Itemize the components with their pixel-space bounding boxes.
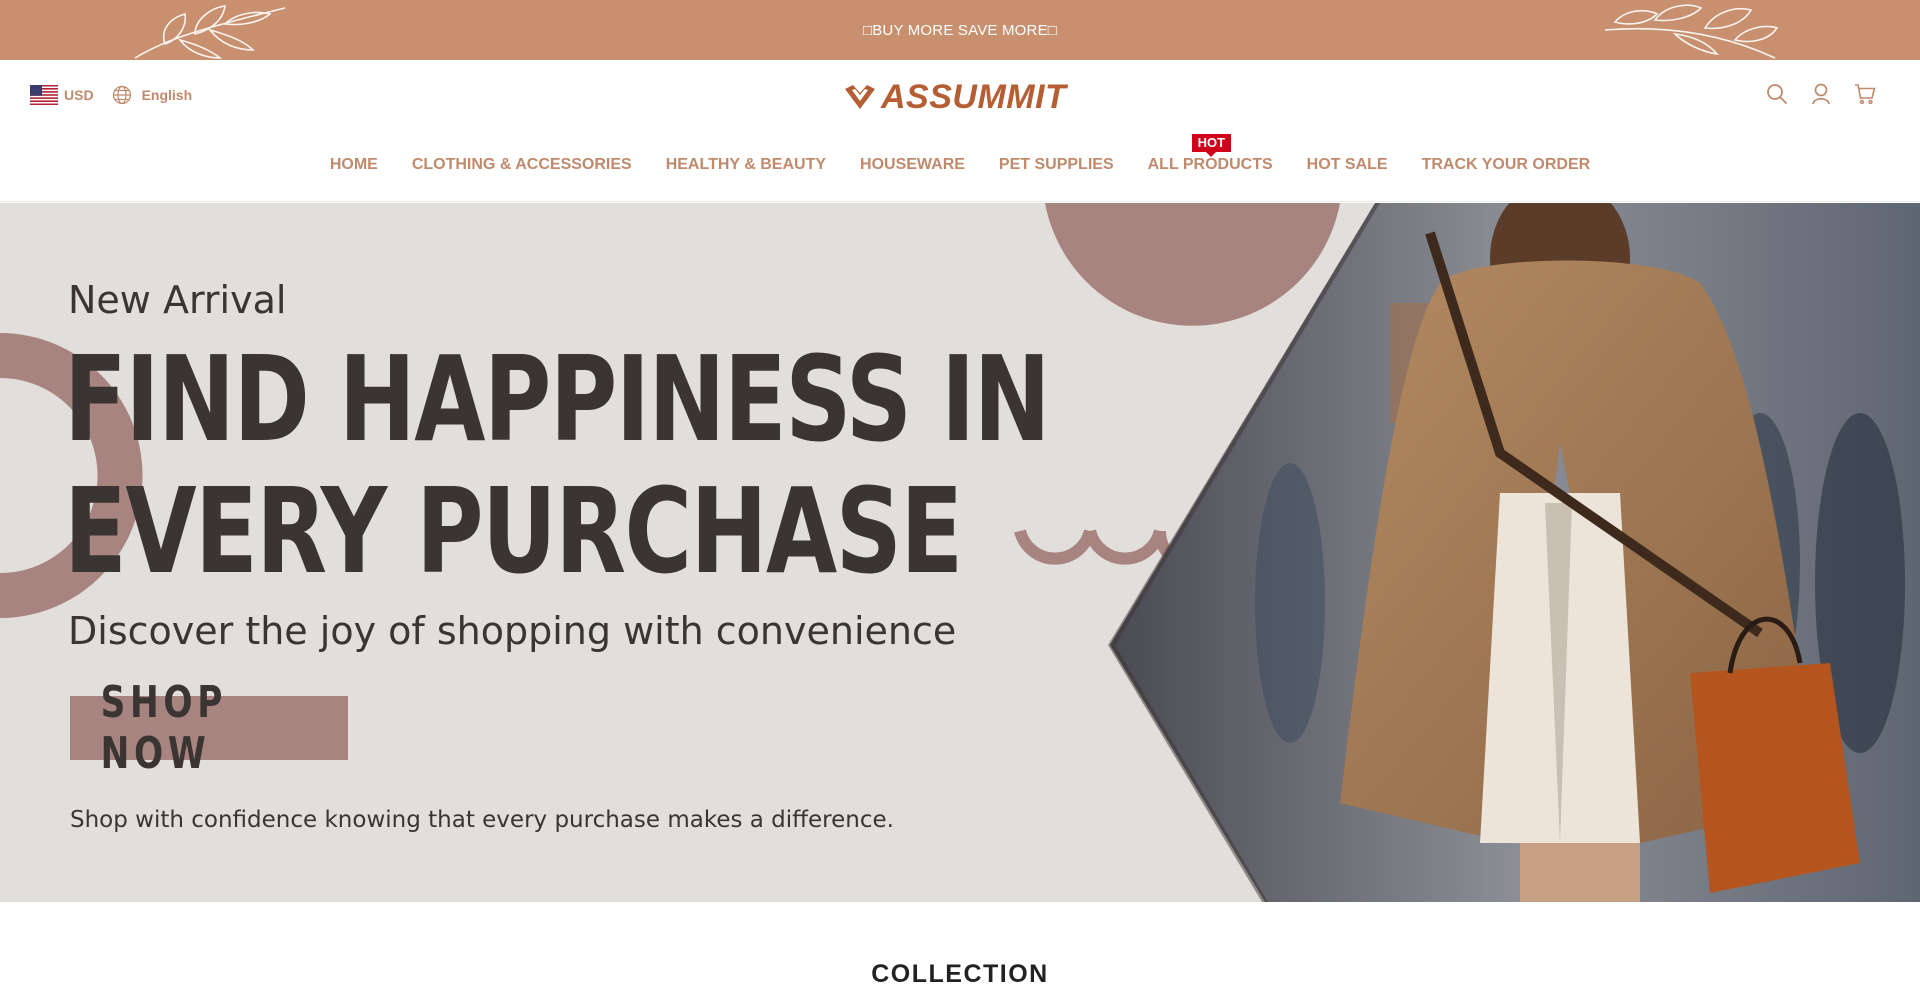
language-label: English: [141, 87, 193, 103]
search-button[interactable]: [1766, 82, 1788, 106]
header-actions: [1766, 82, 1876, 106]
hero-subheading: Discover the joy of shopping with conven…: [68, 609, 957, 653]
main-navigation: HOME CLOTHING & ACCESSORIES HEALTHY & BE…: [0, 134, 1920, 174]
shop-now-label: SHOP NOW: [100, 677, 228, 779]
nav-item-home[interactable]: HOME: [330, 156, 378, 174]
hero-tagline: Shop with confidence knowing that every …: [70, 807, 894, 833]
nav-item-hot-sale[interactable]: HOT SALE: [1307, 156, 1388, 174]
hero-kicker: New Arrival: [68, 278, 287, 322]
account-button[interactable]: [1810, 82, 1832, 106]
hero-headline-line1: FIND HAPPINESS IN: [64, 330, 1051, 468]
hot-badge: HOT: [1191, 134, 1232, 157]
announcement-text[interactable]: □ BUY MORE SAVE MORE □: [0, 0, 1920, 60]
nav-item-clothing-accessories[interactable]: CLOTHING & ACCESSORIES: [412, 156, 632, 174]
announcement-glyph-left: □: [862, 21, 873, 39]
announcement-bar: □ BUY MORE SAVE MORE □: [0, 0, 1920, 60]
nav-item-all-products[interactable]: HOT ALL PRODUCTS: [1147, 134, 1273, 174]
announcement-label: BUY MORE SAVE MORE: [872, 21, 1048, 39]
cart-button[interactable]: [1854, 82, 1876, 106]
nav-item-track-order[interactable]: TRACK YOUR ORDER: [1422, 156, 1591, 174]
nav-item-all-products-label: ALL PRODUCTS: [1147, 156, 1273, 173]
globe-icon: [112, 85, 131, 105]
locale-selectors: USD English: [30, 83, 192, 107]
announcement-glyph-right: □: [1047, 21, 1058, 39]
currency-label: USD: [64, 87, 94, 103]
us-flag-icon: [30, 85, 58, 105]
account-icon: [1812, 83, 1830, 105]
hero-headline: FIND HAPPINESS IN EVERY PURCHASE: [64, 330, 1051, 600]
nav-item-healthy-beauty[interactable]: HEALTHY & BEAUTY: [666, 156, 826, 174]
nav-item-pet-supplies[interactable]: PET SUPPLIES: [999, 156, 1114, 174]
cart-icon: [1855, 84, 1876, 105]
hero-headline-line2: EVERY PURCHASE: [64, 462, 963, 600]
site-header: USD English ASSUMMIT HOME CLOTHING & ACC…: [0, 60, 1920, 202]
currency-selector[interactable]: USD: [30, 85, 94, 105]
logo-text: ASSUMMIT: [881, 78, 1067, 116]
hero-banner[interactable]: New Arrival FIND HAPPINESS IN EVERY PURC…: [0, 203, 1920, 902]
collection-heading: COLLECTION: [871, 960, 1049, 988]
logo-heart-icon: [845, 84, 875, 109]
language-selector[interactable]: English: [112, 85, 193, 105]
search-icon: [1767, 84, 1788, 105]
nav-item-houseware[interactable]: HOUSEWARE: [860, 156, 965, 174]
site-logo[interactable]: ASSUMMIT: [843, 78, 1066, 117]
shop-now-button[interactable]: SHOP NOW: [70, 677, 348, 779]
